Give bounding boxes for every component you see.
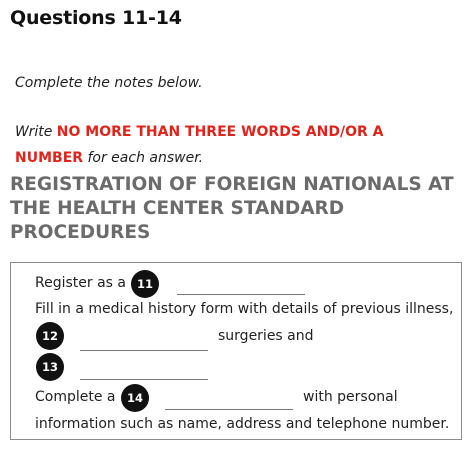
instruction-write-suffix: for each answer. (83, 150, 204, 166)
question-number-14: 14 (121, 384, 149, 412)
notes-box: Register as a 11 Fill in a medical histo… (10, 262, 462, 440)
question-number-11: 11 (131, 270, 159, 298)
with-personal-text: with personal (303, 389, 398, 405)
answer-blank-12[interactable] (80, 350, 208, 351)
instruction-complete: Complete the notes below. (15, 75, 203, 91)
surgeries-text: surgeries and (218, 328, 314, 344)
register-text: Register as a (35, 275, 126, 291)
complete-text: Complete a (35, 389, 116, 405)
questions-page: Questions 11-14 Complete the notes below… (0, 0, 472, 450)
instruction-emphasis-a: NO MORE THAN THREE WORDS AND/OR A (56, 124, 384, 140)
fill-in-text: Fill in a medical history form with deta… (35, 301, 454, 317)
instruction-write-prefix: Write (15, 124, 57, 140)
question-number-12: 12 (36, 322, 64, 350)
answer-blank-14[interactable] (165, 409, 293, 410)
section-title: REGISTRATION OF FOREIGN NATIONALS AT THE… (10, 174, 454, 243)
instruction-emphasis-b: NUMBER (15, 150, 84, 166)
answer-blank-11[interactable] (177, 294, 305, 295)
instruction-word-limit: Write NO MORE THAN THREE WORDS AND/OR A N… (15, 119, 455, 171)
question-number-13: 13 (36, 353, 64, 381)
info-text: information such as name, address and te… (35, 416, 450, 432)
answer-blank-13[interactable] (80, 379, 208, 380)
page-title: Questions 11-14 (10, 7, 182, 29)
